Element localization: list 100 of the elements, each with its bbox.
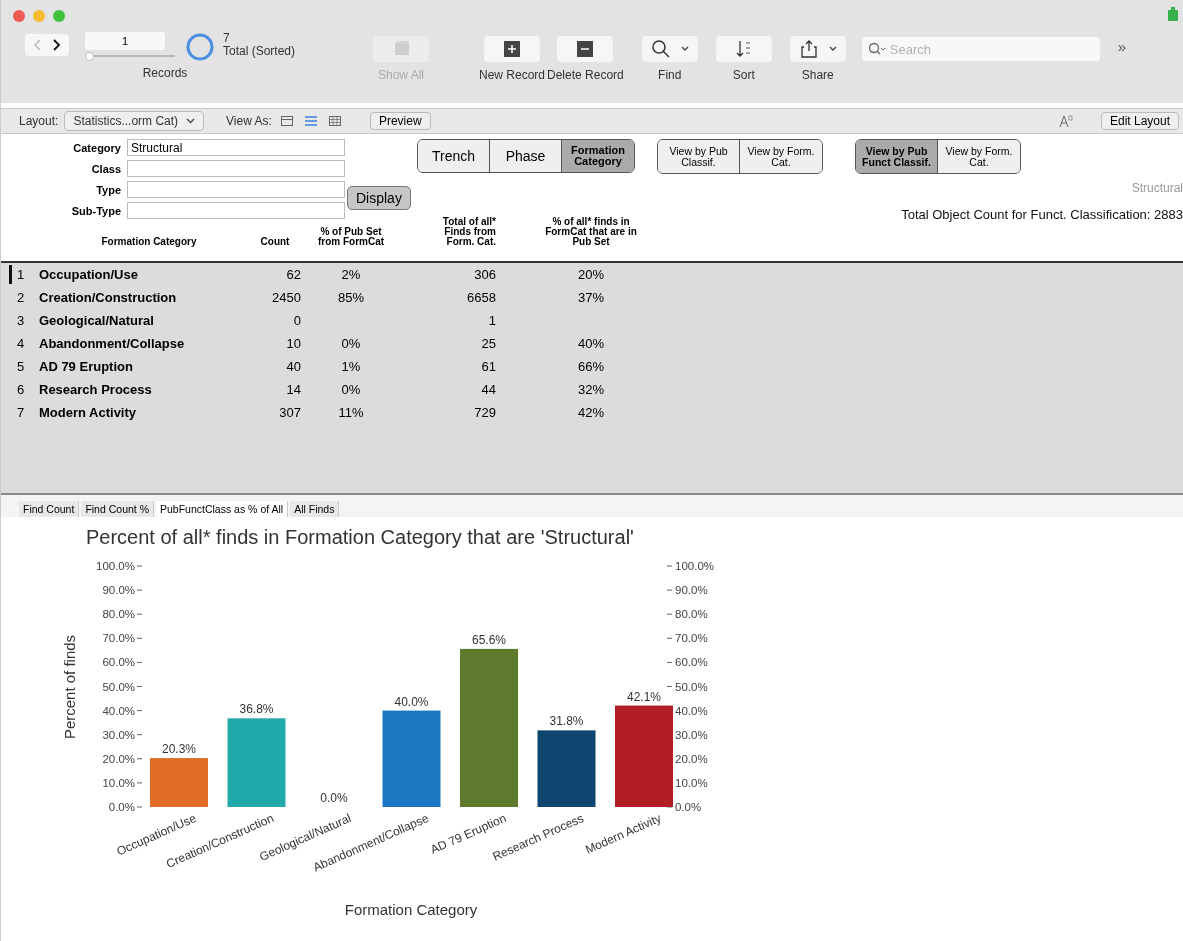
table-cell-text: 32% [577, 382, 605, 397]
tick-label: 50.0% [102, 680, 135, 693]
segment-button[interactable]: View by Pub Classif. [658, 140, 740, 173]
table-cell-text: 44 [480, 382, 496, 397]
segment-button[interactable]: Trench [418, 140, 490, 172]
tick-label: 50.0% [675, 680, 708, 693]
axis-title: Formation Category [344, 901, 478, 918]
table-cell-text: Occupation/Use [39, 267, 139, 282]
data-label: 31.8% [549, 714, 584, 729]
tick-label: 80.0% [675, 608, 708, 621]
tick-label: 90.0% [675, 584, 708, 597]
field-label: Class [90, 162, 121, 175]
previous-icon [33, 38, 43, 52]
filter-field[interactable] [127, 160, 345, 177]
layout-label: Layout: [19, 114, 59, 128]
table-cell-text: 66% [577, 359, 605, 374]
total-object-count: Total Object Count for Funct. Classification: 2883 [901, 207, 1183, 222]
next-icon [51, 38, 61, 52]
table-cell-text: 1% [340, 359, 362, 374]
table-cell-text: Research Process [39, 382, 153, 397]
caret-icon [680, 46, 689, 52]
find-button[interactable] [641, 36, 698, 62]
list-view-icon[interactable] [303, 114, 318, 128]
table-cell-text: 62 [285, 267, 301, 282]
data-label: 36.8% [239, 702, 274, 717]
toolbar-label: Find [658, 68, 682, 82]
table-cell-text: Abandonment/Collapse [39, 336, 186, 351]
table-cell-text: 729 [473, 405, 496, 420]
record-nav-control[interactable] [25, 34, 69, 56]
chart-title: Percent of all* finds in Formation Category that are 'Structural' [86, 526, 634, 548]
data-label: 42.1% [627, 689, 661, 704]
share-icon [798, 39, 819, 59]
table-cell-text: 11% [337, 405, 365, 420]
table-cell-text: 2% [340, 267, 362, 282]
row-number: 1 [16, 267, 26, 282]
edit-layout-button[interactable]: Edit Layout [1100, 112, 1179, 130]
sort-button[interactable] [715, 36, 772, 62]
chart-tab[interactable]: Find Count [19, 501, 80, 517]
filter-field[interactable] [127, 202, 345, 219]
tick-label: 40.0% [102, 704, 135, 717]
table-view-icon[interactable] [327, 114, 342, 128]
tick-label: 0.0% [108, 801, 135, 813]
tick-label: 40.0% [675, 704, 708, 717]
column-header: Formation Category [100, 237, 197, 247]
display-button[interactable]: Display [347, 186, 411, 210]
segment-button[interactable]: Formation Category [562, 140, 634, 172]
table-cell-text: 307 [278, 405, 301, 420]
overflow-button[interactable]: » [1117, 38, 1127, 55]
field-label: Type [95, 183, 121, 196]
table-cell-text: 10 [285, 336, 301, 351]
data-label: 0.0% [320, 791, 348, 805]
share-button[interactable] [789, 36, 846, 62]
minus-icon [575, 39, 596, 59]
app-icon [1167, 6, 1179, 22]
row-number: 4 [16, 336, 26, 351]
chart-tab[interactable]: All Finds [290, 501, 340, 517]
record-count: 7 [223, 32, 231, 45]
table-cell-text: 14 [285, 382, 301, 397]
toolbar-label: Show All [378, 68, 424, 82]
table-cell-text: 20% [577, 267, 605, 282]
table-cell-text: 37% [577, 290, 605, 305]
plus-icon [502, 39, 522, 59]
table-cell-text: 42% [577, 405, 605, 420]
chart-tab[interactable]: PubFunctClass as % of All [156, 501, 289, 517]
tick-label: 70.0% [675, 632, 708, 645]
form-view-icon[interactable] [279, 114, 294, 128]
view-as-label: View As: [226, 114, 272, 128]
filter-field[interactable]: Structural [127, 139, 345, 156]
table-cell-text: 61 [480, 359, 496, 374]
window-control-icon[interactable] [13, 10, 25, 22]
search-field[interactable]: Search [861, 37, 1100, 61]
text-size-icon [1058, 114, 1075, 128]
delete-button[interactable] [557, 36, 614, 62]
chart-tab[interactable]: Find Count % [81, 501, 154, 517]
window-control-icon[interactable] [53, 10, 65, 22]
table-cell-text: 85% [337, 290, 365, 305]
column-header: % of all* finds in FormCat that are in Pub Set [544, 217, 638, 247]
segment-button[interactable]: View by Pub Funct Classif. [856, 140, 938, 173]
tick-label: 30.0% [675, 728, 708, 741]
filter-field[interactable] [127, 181, 345, 198]
preview-button[interactable]: Preview [369, 112, 431, 130]
row-number: 3 [16, 313, 26, 328]
toolbar-label: Records [141, 66, 189, 80]
table-cell-text: 0 [292, 313, 301, 328]
caret-icon [186, 118, 196, 124]
tick-label: 20.0% [675, 752, 708, 765]
row-number: 7 [16, 405, 26, 420]
new-button[interactable] [484, 36, 540, 62]
row-number: 6 [16, 382, 26, 397]
tick-label: 10.0% [675, 776, 708, 789]
tick-label: 90.0% [102, 584, 135, 597]
tick-label: 60.0% [102, 656, 135, 669]
data-label: 65.6% [472, 632, 506, 647]
layout-dropdown[interactable]: Statistics...orm Cat) [64, 111, 205, 131]
table-cell-text: 0% [340, 336, 362, 351]
tick-label: 20.0% [102, 752, 135, 765]
window-control-icon[interactable] [33, 10, 45, 22]
record-number-field[interactable]: 1 [85, 32, 165, 50]
column-header: Count [260, 237, 290, 247]
record-slider[interactable] [85, 52, 175, 60]
